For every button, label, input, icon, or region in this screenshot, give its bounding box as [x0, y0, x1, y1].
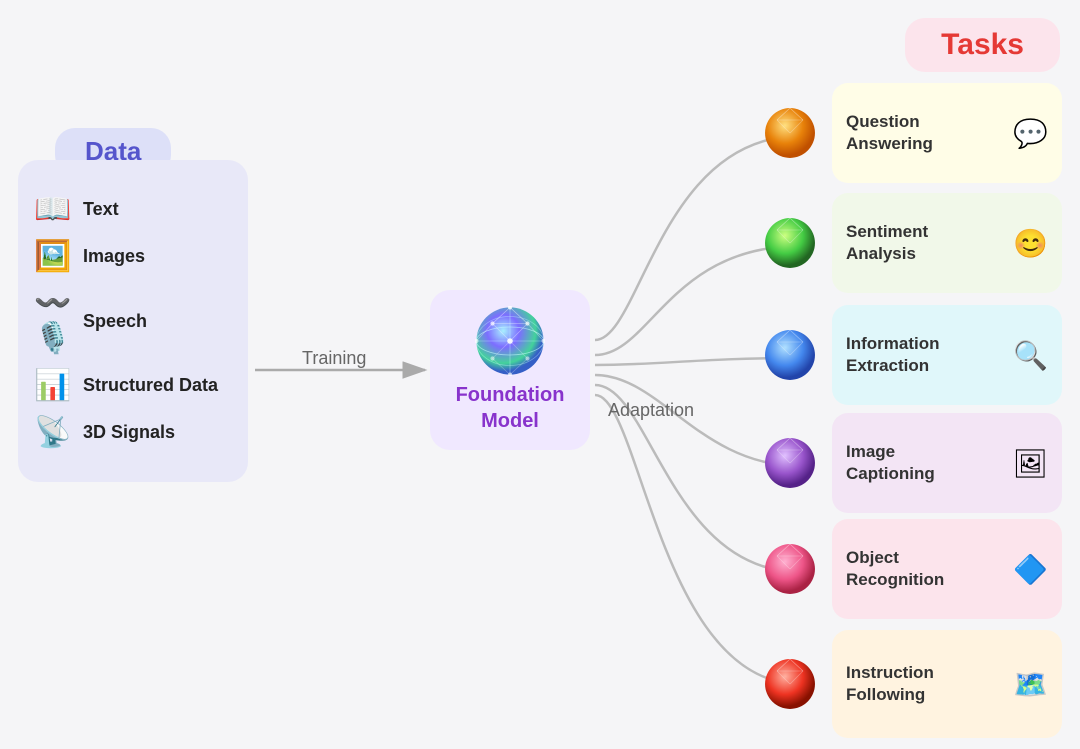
task-label-sentiment-analysis: SentimentAnalysis: [846, 221, 1013, 265]
task-label-information-extraction: InformationExtraction: [846, 333, 1013, 377]
sphere-instruction-following-icon: [764, 658, 816, 710]
task-card-instruction-following: InstructionFollowing 🗺️: [832, 630, 1062, 738]
speech-icon: 〰️🎙️: [33, 286, 73, 356]
task-icon-sentiment-analysis: 😊: [1013, 227, 1048, 260]
data-item-images-label: Images: [83, 246, 145, 267]
sphere-information-extraction-icon: [764, 329, 816, 381]
foundation-model-box: FoundationModel: [430, 290, 590, 450]
foundation-sphere-icon: [475, 306, 545, 376]
task-card-information-extraction: InformationExtraction 🔍: [832, 305, 1062, 405]
data-item-structured-label: Structured Data: [83, 375, 218, 396]
sphere-question-answering-icon: [764, 107, 816, 159]
task-icon-object-recognition: 🔷: [1013, 553, 1048, 586]
task-label-instruction-following: InstructionFollowing: [846, 662, 1013, 706]
sphere-sentiment-analysis-icon: [764, 217, 816, 269]
task-label-question-answering: QuestionAnswering: [846, 111, 1013, 155]
task-label-object-recognition: ObjectRecognition: [846, 547, 1013, 591]
images-icon: 🖼️: [33, 239, 73, 274]
task-card-object-recognition: ObjectRecognition 🔷: [832, 519, 1062, 619]
training-label: Training: [302, 348, 366, 369]
structured-icon: 📊: [33, 368, 73, 403]
data-panel: 📖 Text 🖼️ Images 〰️🎙️ Speech 📊 Structure…: [18, 160, 248, 482]
data-item-text: 📖 Text: [33, 192, 233, 227]
3d-icon: 📡: [33, 415, 73, 450]
task-icon-image-captioning: 🖼: [1012, 447, 1048, 480]
text-icon: 📖: [33, 192, 73, 227]
task-icon-information-extraction: 🔍: [1013, 339, 1048, 372]
task-card-question-answering: QuestionAnswering 💬: [832, 83, 1062, 183]
task-icon-instruction-following: 🗺️: [1013, 668, 1048, 701]
task-card-sentiment-analysis: SentimentAnalysis 😊: [832, 193, 1062, 293]
data-item-3d-label: 3D Signals: [83, 422, 175, 443]
sphere-image-captioning-icon: [764, 437, 816, 489]
sphere-object-recognition-icon: [764, 543, 816, 595]
adaptation-label: Adaptation: [608, 400, 694, 421]
data-item-structured: 📊 Structured Data: [33, 368, 233, 403]
data-item-3d: 📡 3D Signals: [33, 415, 233, 450]
data-item-speech: 〰️🎙️ Speech: [33, 286, 233, 356]
foundation-model-label: FoundationModel: [456, 382, 565, 434]
data-item-images: 🖼️ Images: [33, 239, 233, 274]
data-item-speech-label: Speech: [83, 311, 147, 332]
task-icon-question-answering: 💬: [1013, 117, 1048, 150]
task-label-image-captioning: ImageCaptioning: [846, 441, 1012, 485]
tasks-header: Tasks: [905, 18, 1060, 72]
data-item-text-label: Text: [83, 199, 119, 220]
task-card-image-captioning: ImageCaptioning 🖼: [832, 413, 1062, 513]
